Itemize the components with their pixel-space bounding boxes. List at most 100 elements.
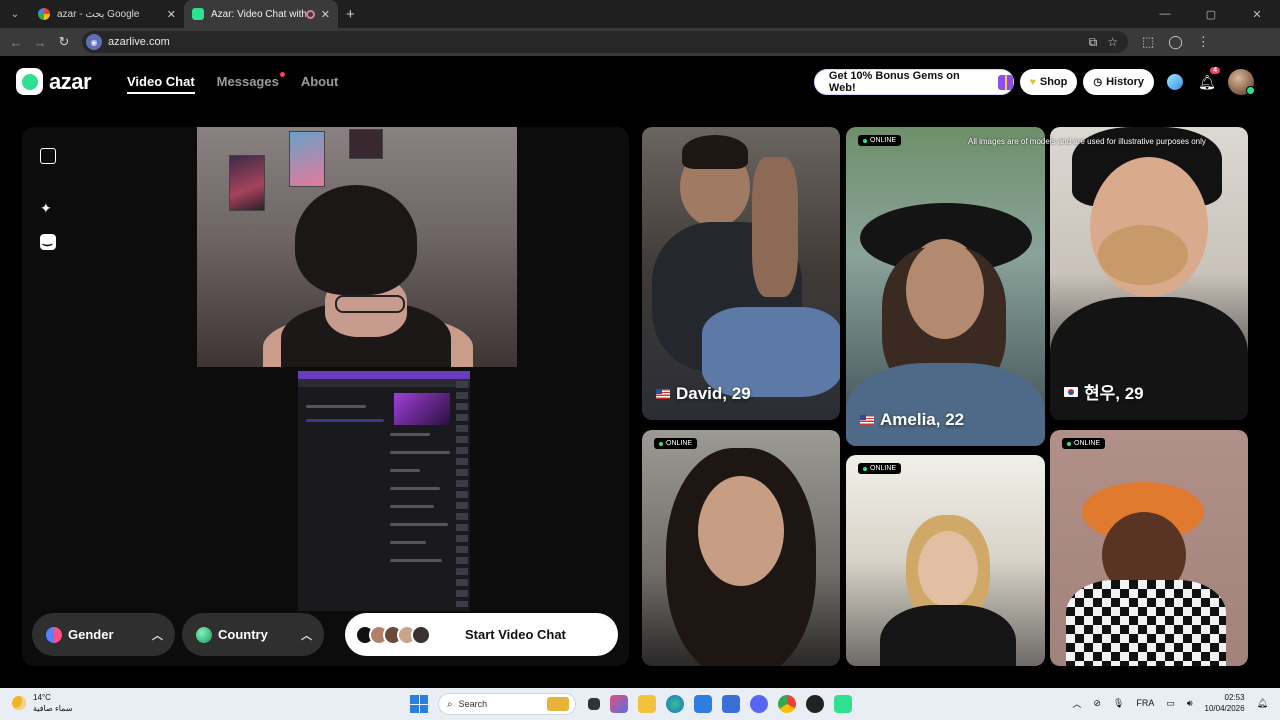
windows-start-icon[interactable] xyxy=(410,695,428,713)
file-explorer-icon[interactable] xyxy=(638,695,656,713)
discord-icon[interactable] xyxy=(750,695,768,713)
online-badge: ONLINE xyxy=(858,135,902,146)
history-button[interactable]: ◷ History xyxy=(1083,69,1154,95)
url-text: azarlive.com xyxy=(108,36,170,48)
azar-app-icon[interactable] xyxy=(834,695,852,713)
illustrative-images-disclaimer: All images are of models and are used fo… xyxy=(968,137,1206,146)
start-video-chat-label: Start Video Chat xyxy=(465,627,566,642)
magic-wand-icon[interactable]: ✦ xyxy=(40,200,56,216)
us-flag-icon xyxy=(860,415,874,425)
profile-card-woman-long-hair[interactable]: ONLINE xyxy=(642,430,840,666)
profile-name: 현우, 29 xyxy=(1064,379,1144,404)
notifications-button[interactable]: 🔔︎ 4 xyxy=(1196,67,1220,93)
chrome-icon[interactable] xyxy=(778,695,796,713)
edge-icon[interactable] xyxy=(666,695,684,713)
tab-search-icon[interactable]: ⌄ xyxy=(6,5,24,23)
profile-card-david[interactable]: David, 29 xyxy=(642,127,840,420)
nav-video-chat[interactable]: Video Chat xyxy=(127,74,195,94)
volume-icon[interactable]: 🔊︎ xyxy=(1187,698,1193,709)
user-faces-stack xyxy=(355,624,431,645)
header-actions: Get 10% Bonus Gems on Web! ♥ Shop ◷ Hist… xyxy=(813,67,1255,95)
menu-icon[interactable]: ⋮ xyxy=(1197,34,1210,50)
person-face xyxy=(906,241,984,339)
weather-widget[interactable]: 14°C سماء صافية xyxy=(12,692,73,714)
profile-card-hyunwoo[interactable]: 현우, 29 xyxy=(1050,127,1248,420)
site-info-icon[interactable]: ◉ xyxy=(86,34,102,50)
country-label: Country xyxy=(218,627,268,642)
chevron-up-icon[interactable]: ︿ xyxy=(1072,697,1081,710)
cast-icon[interactable]: ⧉ xyxy=(1089,35,1098,50)
taskbar-search[interactable]: ⌕ Search xyxy=(438,693,576,715)
shared-screen-line xyxy=(390,523,448,526)
nav-messages-label: Messages xyxy=(216,74,279,89)
weather-text: سماء صافية xyxy=(33,704,73,713)
shared-screen-line xyxy=(390,487,440,490)
reload-icon[interactable]: ↻ xyxy=(52,34,76,50)
google-icon xyxy=(38,8,50,20)
profile-card-amelia[interactable]: ONLINE Amelia, 22 xyxy=(846,127,1045,446)
country-filter-button[interactable]: Country ︿ xyxy=(182,613,324,656)
notification-badge: 4 xyxy=(1210,67,1220,74)
bell-icon: 🔔︎ xyxy=(1198,73,1216,90)
gem-icon xyxy=(1167,74,1183,90)
clock[interactable]: 02:53 10/04/2026 xyxy=(1205,692,1245,714)
wall-poster xyxy=(229,155,265,211)
tab-title: Azar: Video Chat with New xyxy=(211,8,306,20)
nav-messages[interactable]: Messages xyxy=(216,72,285,89)
microsoft-store-icon[interactable] xyxy=(694,695,712,713)
globe-icon xyxy=(196,626,212,643)
back-icon[interactable]: ← xyxy=(4,35,28,50)
language-indicator[interactable]: FRA xyxy=(1136,698,1154,708)
nav-about[interactable]: About xyxy=(301,74,339,89)
tab-close-icon[interactable]: ✕ xyxy=(321,8,330,21)
wall-poster xyxy=(349,129,383,159)
fullscreen-icon[interactable] xyxy=(40,148,56,164)
shared-screen-sidebar xyxy=(456,381,468,607)
recording-icon xyxy=(305,9,315,19)
tab-google[interactable]: azar - بحث Google ✕ xyxy=(30,0,184,28)
face-effects-icon[interactable] xyxy=(40,233,56,250)
maximize-button[interactable]: ▢ xyxy=(1188,8,1234,21)
store-app-icon[interactable] xyxy=(610,695,628,713)
notifications-icon[interactable]: 🔔︎ xyxy=(1257,698,1268,709)
task-view-icon[interactable] xyxy=(588,698,600,710)
display-icon[interactable]: ▭ xyxy=(1166,698,1175,709)
new-tab-button[interactable]: + xyxy=(346,6,355,23)
logo-text: azar xyxy=(49,68,92,94)
checkered-vest xyxy=(1066,580,1226,666)
bonus-gems-promo-button[interactable]: Get 10% Bonus Gems on Web! xyxy=(813,69,1014,95)
shared-screen-preview xyxy=(298,371,470,611)
close-window-button[interactable]: ✕ xyxy=(1234,8,1280,21)
tab-title: azar - بحث Google xyxy=(57,8,140,20)
moon-icon xyxy=(12,696,26,710)
search-icon: ⌕ xyxy=(447,698,453,710)
online-badge: ONLINE xyxy=(654,438,698,449)
online-badge: ONLINE xyxy=(858,463,902,474)
azar-logo[interactable]: azar xyxy=(16,68,92,95)
heart-gem-icon: ♥ xyxy=(1029,76,1036,88)
profile-card-man-orange-hat[interactable]: ONLINE xyxy=(1050,430,1248,666)
forward-icon[interactable]: → xyxy=(28,35,52,50)
shop-button[interactable]: ♥ Shop xyxy=(1019,69,1078,95)
minimize-button[interactable]: — xyxy=(1142,8,1188,20)
person-face xyxy=(698,476,784,586)
gender-filter-button[interactable]: Gender ︿ xyxy=(32,613,175,656)
user-avatar[interactable] xyxy=(1228,69,1255,95)
face-avatar xyxy=(411,624,431,645)
tab-azar[interactable]: Azar: Video Chat with New ✕ xyxy=(184,0,338,28)
bookmark-star-icon[interactable]: ☆ xyxy=(1107,35,1118,50)
gems-button[interactable] xyxy=(1164,71,1186,93)
network-off-icon[interactable]: ⊘ xyxy=(1093,698,1101,709)
obs-icon[interactable] xyxy=(806,695,824,713)
address-bar[interactable]: ◉ azarlive.com ⧉ ☆ xyxy=(82,31,1128,53)
shared-screen-line xyxy=(306,405,366,408)
network-app-icon[interactable] xyxy=(722,695,740,713)
profile-icon[interactable]: ◯ xyxy=(1168,34,1183,50)
gift-icon xyxy=(997,74,1013,90)
tab-close-icon[interactable]: ✕ xyxy=(167,8,176,21)
microphone-icon[interactable]: 🎙︎ xyxy=(1113,698,1124,709)
shared-screen-line xyxy=(390,451,450,454)
extensions-icon[interactable]: ⬚ xyxy=(1142,34,1154,50)
start-video-chat-button[interactable]: Start Video Chat xyxy=(345,613,618,656)
profile-card-blonde-woman[interactable]: ONLINE xyxy=(846,455,1045,666)
